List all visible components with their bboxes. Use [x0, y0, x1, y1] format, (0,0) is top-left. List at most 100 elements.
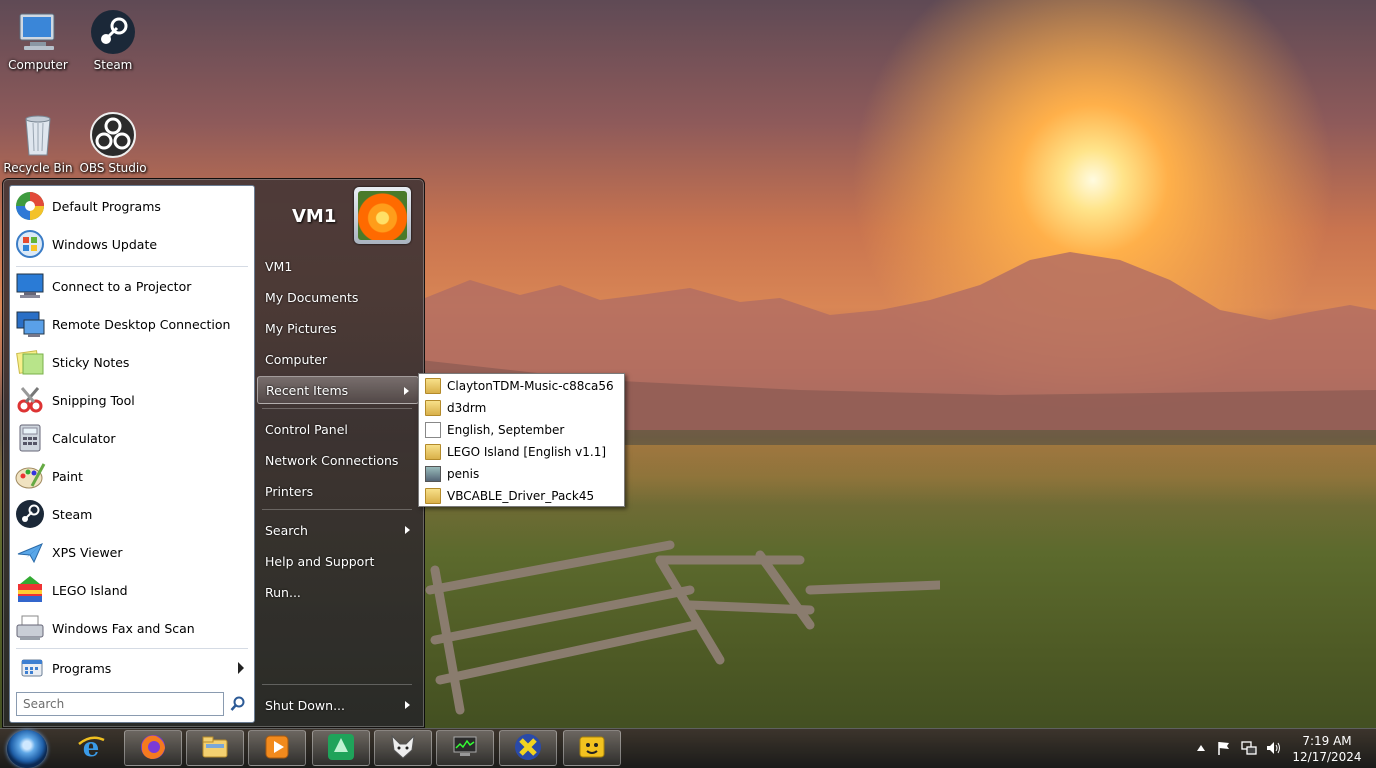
steam-icon — [89, 8, 137, 56]
sticky-notes-icon — [14, 346, 46, 378]
right-item-label: Computer — [265, 351, 328, 367]
recent-item[interactable]: LEGO Island [English v1.1] — [421, 441, 621, 463]
taskbar-green-app[interactable] — [312, 730, 370, 766]
recent-item[interactable]: d3drm — [421, 397, 621, 419]
start-item-snipping-tool[interactable]: Snipping Tool — [14, 382, 250, 418]
desktop-icon-obs-studio[interactable]: OBS Studio — [76, 111, 150, 175]
computer-monitor-icon — [450, 732, 480, 765]
start-item-calculator[interactable]: Calculator — [14, 420, 250, 456]
start-right-help-support[interactable]: Help and Support — [257, 547, 419, 575]
flag-icon[interactable] — [1216, 740, 1232, 760]
desktop-icon-label: Steam — [93, 58, 133, 72]
user-avatar[interactable] — [354, 187, 411, 244]
start-item-label: Windows Update — [52, 236, 158, 252]
taskbar-fox-app[interactable] — [374, 730, 432, 766]
folder-icon — [425, 378, 441, 394]
xps-viewer-icon — [14, 536, 46, 568]
taskbar-internet-explorer[interactable]: e — [62, 730, 120, 766]
recent-item[interactable]: ClaytonTDM-Music-c88ca56 — [421, 375, 621, 397]
start-item-label: Paint — [52, 468, 83, 484]
start-right-network-connections[interactable]: Network Connections — [257, 446, 419, 474]
start-right-run[interactable]: Run... — [257, 578, 419, 606]
recent-item-label: ClaytonTDM-Music-c88ca56 — [447, 379, 614, 393]
start-right-search[interactable]: Search — [257, 516, 419, 544]
desktop-icon-computer[interactable]: Computer — [1, 8, 75, 72]
right-item-label: VM1 — [265, 258, 293, 274]
start-item-windows-update[interactable]: Windows Update — [14, 226, 250, 262]
x-app-icon — [513, 732, 543, 765]
recent-item[interactable]: penis — [421, 463, 621, 485]
recent-item[interactable]: English, September — [421, 419, 621, 441]
folder-icon — [425, 444, 441, 460]
internet-explorer-icon: e — [76, 732, 106, 765]
taskbar-task-manager[interactable] — [436, 730, 494, 766]
desktop-icon-label: OBS Studio — [79, 161, 147, 175]
taskbar-x-app[interactable] — [499, 730, 557, 766]
start-item-label: Default Programs — [52, 198, 161, 214]
start-right-control-panel[interactable]: Control Panel — [257, 415, 419, 443]
start-search-input[interactable] — [17, 693, 223, 715]
network-icon[interactable] — [1241, 740, 1257, 760]
recent-item[interactable]: VBCABLE_Driver_Pack45 — [421, 485, 621, 507]
start-menu-programs-pane: Default Programs Windows Update Connect … — [9, 185, 255, 723]
taskbar-clock[interactable]: 7:19 AM 12/17/2024 — [1286, 733, 1368, 765]
default-programs-icon — [14, 190, 46, 222]
fax-scan-icon — [14, 612, 46, 644]
start-item-steam[interactable]: Steam — [14, 496, 250, 532]
document-icon — [425, 422, 441, 438]
windows-update-icon — [14, 228, 46, 260]
desktop-icon-steam[interactable]: Steam — [76, 8, 150, 72]
right-item-label: Printers — [265, 483, 314, 499]
start-item-label: XPS Viewer — [52, 544, 123, 560]
start-item-connect-projector[interactable]: Connect to a Projector — [14, 268, 250, 304]
programs-folder-icon — [20, 656, 44, 680]
image-file-icon — [425, 466, 441, 482]
taskbar-yellow-app[interactable] — [563, 730, 621, 766]
start-right-recent-items[interactable]: Recent Items — [257, 376, 419, 404]
folder-icon — [425, 400, 441, 416]
chevron-right-icon — [405, 701, 410, 709]
chevron-right-icon — [238, 662, 244, 674]
all-programs-button[interactable]: Programs — [14, 654, 250, 682]
start-item-paint[interactable]: Paint — [14, 458, 250, 494]
recent-item-label: English, September — [447, 423, 565, 437]
taskbar-firefox[interactable] — [124, 730, 182, 766]
right-separator — [262, 509, 412, 510]
taskbar-file-explorer[interactable] — [186, 730, 244, 766]
file-explorer-icon — [200, 732, 230, 765]
desktop-icon-label: Recycle Bin — [3, 161, 73, 175]
start-item-sticky-notes[interactable]: Sticky Notes — [14, 344, 250, 380]
desktop-icon-label: Computer — [8, 58, 68, 72]
start-search-box[interactable] — [16, 692, 224, 716]
start-right-printers[interactable]: Printers — [257, 477, 419, 505]
start-button[interactable] — [7, 730, 47, 768]
lego-island-icon — [14, 574, 46, 606]
search-icon[interactable] — [230, 696, 246, 712]
start-right-my-documents[interactable]: My Documents — [257, 283, 419, 311]
snipping-tool-icon — [14, 384, 46, 416]
start-right-vm1[interactable]: VM1 — [257, 252, 419, 280]
firefox-icon — [138, 732, 168, 765]
start-item-lego-island[interactable]: LEGO Island — [14, 572, 250, 608]
start-item-label: Calculator — [52, 430, 116, 446]
tray-show-hidden-icon[interactable] — [1196, 742, 1206, 757]
paint-icon — [14, 460, 46, 492]
flower-picture-icon — [358, 191, 407, 240]
desktop-icon-recycle-bin[interactable]: Recycle Bin — [1, 111, 75, 175]
start-item-default-programs[interactable]: Default Programs — [14, 188, 250, 224]
start-item-xps-viewer[interactable]: XPS Viewer — [14, 534, 250, 570]
start-right-my-pictures[interactable]: My Pictures — [257, 314, 419, 342]
start-item-remote-desktop[interactable]: Remote Desktop Connection — [14, 306, 250, 342]
recent-item-label: VBCABLE_Driver_Pack45 — [447, 489, 595, 503]
start-right-shut-down[interactable]: Shut Down... — [257, 691, 419, 719]
start-item-fax-scan[interactable]: Windows Fax and Scan — [14, 610, 250, 646]
start-item-label: Steam — [52, 506, 93, 522]
start-right-computer[interactable]: Computer — [257, 345, 419, 373]
programs-label: Programs — [52, 660, 112, 676]
right-item-label: My Pictures — [265, 320, 337, 336]
start-item-label: Snipping Tool — [52, 392, 135, 408]
right-separator — [262, 684, 412, 685]
start-item-label: Connect to a Projector — [52, 278, 192, 294]
volume-icon[interactable] — [1265, 740, 1281, 760]
taskbar-media-player[interactable] — [248, 730, 306, 766]
